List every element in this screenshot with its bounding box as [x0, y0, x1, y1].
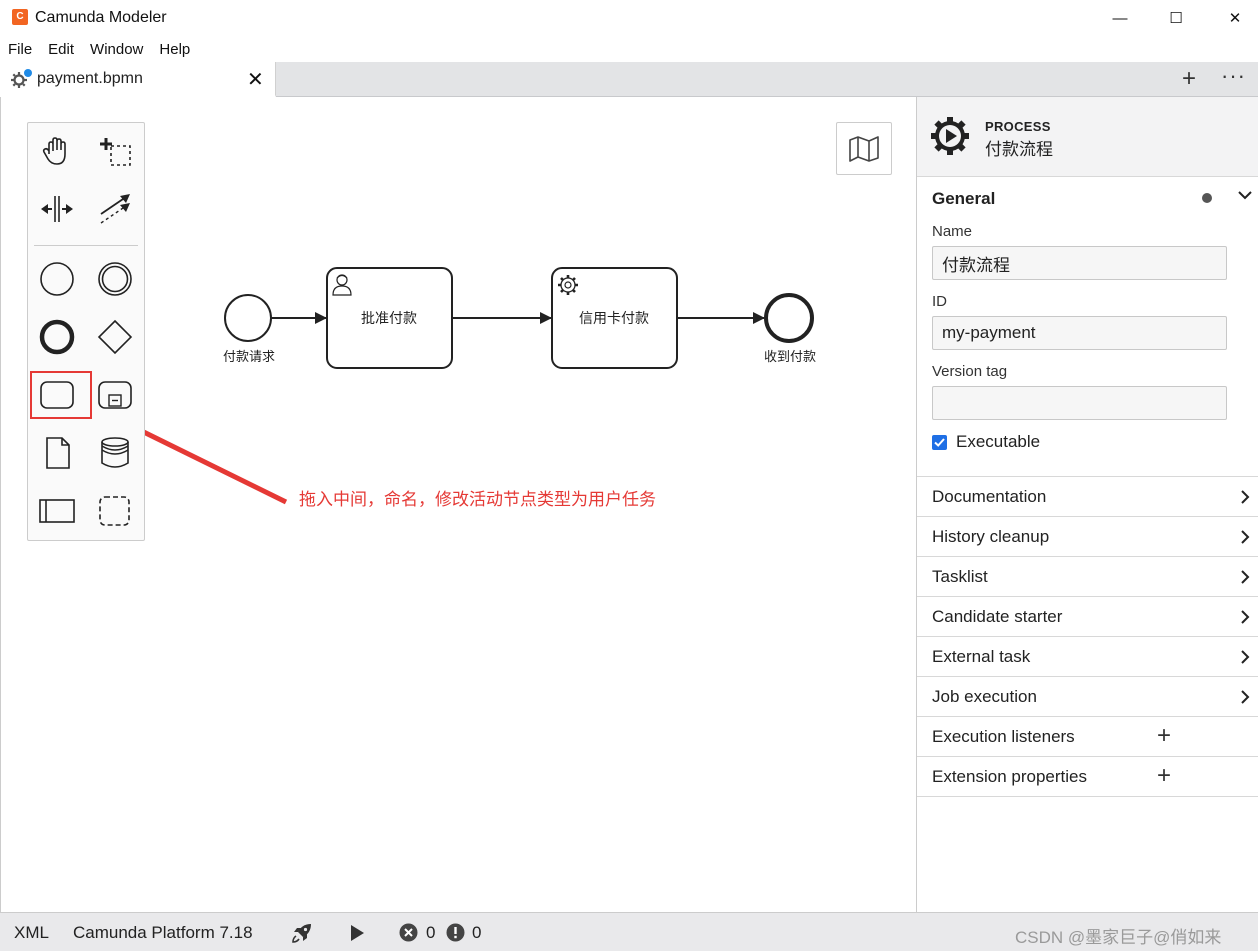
title-bar: C Camunda Modeler — ☐ ✕: [0, 0, 1258, 36]
data-store-tool-icon[interactable]: [93, 431, 137, 475]
tool-palette: [27, 122, 145, 541]
chevron-right-icon: [1241, 690, 1250, 704]
service-task-icon: [558, 275, 578, 295]
group-external-task-label: External task: [932, 647, 1031, 666]
menu-bar: File Edit Window Help: [0, 36, 1258, 62]
annotation-text: 拖入中间，命名，修改活动节点类型为用户任务: [299, 490, 656, 509]
id-input[interactable]: [932, 316, 1227, 350]
gateway-tool-icon[interactable]: [93, 315, 137, 359]
version-tag-input[interactable]: [932, 386, 1227, 420]
map-icon: [849, 135, 879, 162]
task-credit-card-payment-label: 信用卡付款: [579, 311, 649, 327]
process-icon: [931, 117, 969, 155]
group-tasklist[interactable]: Tasklist: [917, 557, 1258, 597]
maximize-button[interactable]: ☐: [1153, 4, 1199, 32]
warning-count[interactable]: 0: [472, 923, 481, 943]
group-has-data-indicator: [1202, 193, 1212, 203]
connect-tool-icon[interactable]: [93, 187, 137, 231]
intermediate-event-tool-icon[interactable]: [93, 257, 137, 301]
add-extension-property-button[interactable]: +: [1157, 762, 1171, 790]
lasso-tool-icon[interactable]: [93, 129, 137, 173]
chevron-right-icon: [1241, 650, 1250, 664]
tab-close-button[interactable]: ✕: [247, 67, 264, 92]
status-bar: XML Camunda Platform 7.18 0 0 CSDN @墨家巨子…: [0, 912, 1258, 951]
group-tasklist-label: Tasklist: [932, 567, 988, 586]
window-title: Camunda Modeler: [35, 9, 167, 26]
watermark-text: CSDN @墨家巨子@俏如来: [1015, 928, 1222, 947]
close-window-button[interactable]: ✕: [1212, 4, 1258, 32]
unsaved-indicator: [24, 69, 32, 77]
tab-payment-bpmn[interactable]: payment.bpmn ✕: [0, 62, 276, 97]
version-tag-label: Version tag: [932, 363, 1008, 380]
deploy-rocket-icon[interactable]: [290, 921, 314, 945]
executable-checkbox[interactable]: [932, 435, 947, 450]
executable-label: Executable: [956, 432, 1041, 451]
tab-bar: payment.bpmn ✕ + ···: [0, 62, 1258, 97]
group-candidate-starter-label: Candidate starter: [932, 607, 1063, 626]
group-candidate-starter[interactable]: Candidate starter: [917, 597, 1258, 637]
group-history-cleanup-label: History cleanup: [932, 527, 1050, 546]
hand-tool-icon[interactable]: [35, 129, 79, 173]
subprocess-tool-icon[interactable]: [93, 373, 137, 417]
xml-toggle-button[interactable]: XML: [14, 923, 49, 943]
group-job-execution[interactable]: Job execution: [917, 677, 1258, 717]
task-approve-payment-label: 批准付款: [361, 311, 417, 327]
chevron-right-icon: [1241, 530, 1250, 544]
group-documentation[interactable]: Documentation: [917, 477, 1258, 517]
start-instance-play-icon[interactable]: [348, 923, 366, 943]
start-event[interactable]: [224, 294, 272, 342]
properties-header: PROCESS 付款流程: [917, 97, 1258, 177]
id-label: ID: [932, 293, 947, 310]
more-options-button[interactable]: ···: [1221, 63, 1246, 89]
start-event-tool-icon[interactable]: [35, 257, 79, 301]
group-execution-listeners[interactable]: Execution listeners +: [917, 717, 1258, 757]
group-general-title[interactable]: General: [932, 189, 995, 209]
name-input[interactable]: [932, 246, 1227, 280]
chevron-right-icon: [1241, 570, 1250, 584]
group-job-execution-label: Job execution: [932, 687, 1037, 706]
space-tool-icon[interactable]: [35, 187, 79, 231]
check-icon: [934, 438, 945, 447]
group-general: General Name ID Version tag Executable: [917, 177, 1258, 477]
name-label: Name: [932, 223, 973, 240]
task-tool-icon[interactable]: [35, 373, 79, 417]
group-extension-properties[interactable]: Extension properties +: [917, 757, 1258, 797]
warning-icon[interactable]: [446, 923, 465, 942]
diagram-canvas[interactable]: 付款请求 批准付款 信用卡付款 收到付款 拖入中间，命名，修改活动节点类型为用户…: [0, 97, 916, 912]
data-object-tool-icon[interactable]: [35, 431, 79, 475]
minimap-toggle-button[interactable]: [836, 122, 892, 175]
new-tab-button[interactable]: +: [1182, 65, 1196, 93]
properties-panel: PROCESS 付款流程 General Name ID Version tag…: [916, 97, 1258, 912]
group-execution-listeners-label: Execution listeners: [932, 727, 1075, 746]
menu-edit[interactable]: Edit: [40, 36, 82, 62]
error-count[interactable]: 0: [426, 923, 435, 943]
group-tool-icon[interactable]: [93, 489, 137, 533]
camunda-logo-icon: C: [12, 9, 28, 25]
end-event-tool-icon[interactable]: [35, 315, 79, 359]
error-icon[interactable]: [399, 923, 418, 942]
chevron-down-icon[interactable]: [1237, 187, 1253, 203]
group-extension-properties-label: Extension properties: [932, 767, 1087, 786]
palette-separator: [34, 245, 138, 246]
group-external-task[interactable]: External task: [917, 637, 1258, 677]
menu-help[interactable]: Help: [151, 36, 198, 62]
menu-window[interactable]: Window: [82, 36, 151, 62]
menu-file[interactable]: File: [0, 36, 40, 62]
add-execution-listener-button[interactable]: +: [1157, 722, 1171, 750]
pool-tool-icon[interactable]: [35, 489, 79, 533]
end-event[interactable]: [764, 293, 814, 343]
element-type: PROCESS: [985, 119, 1051, 134]
chevron-right-icon: [1241, 490, 1250, 504]
tab-label: payment.bpmn: [37, 70, 143, 87]
element-name: 付款流程: [985, 140, 1053, 159]
engine-version-button[interactable]: Camunda Platform 7.18: [73, 923, 253, 943]
group-documentation-label: Documentation: [932, 487, 1047, 506]
group-history-cleanup[interactable]: History cleanup: [917, 517, 1258, 557]
minimize-button[interactable]: —: [1097, 4, 1143, 32]
end-event-label: 收到付款: [764, 350, 816, 365]
start-event-label: 付款请求: [223, 350, 275, 365]
chevron-right-icon: [1241, 610, 1250, 624]
